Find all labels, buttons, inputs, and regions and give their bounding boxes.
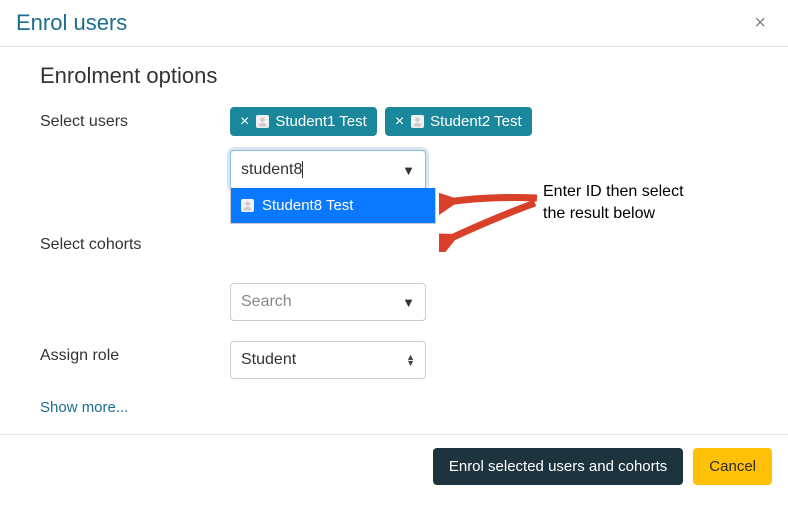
label-select-users: Select users [40, 107, 230, 131]
remove-tag-icon[interactable]: × [240, 114, 249, 130]
row-select-cohorts: Select cohorts Search ▼ [40, 230, 748, 321]
enrol-button[interactable]: Enrol selected users and cohorts [433, 448, 683, 485]
user-search-input[interactable]: student8 ▼ Student8 Test [230, 150, 426, 190]
row-select-users: Select users × Student1 Test × Student2 … [40, 107, 748, 190]
cancel-button[interactable]: Cancel [693, 448, 772, 485]
user-avatar-icon [411, 115, 424, 128]
dropdown-icon[interactable]: ▼ [402, 163, 415, 178]
user-tag[interactable]: × Student2 Test [385, 107, 532, 136]
dropdown-icon[interactable]: ▼ [402, 295, 415, 310]
select-updown-icon: ▲▼ [406, 354, 415, 366]
user-avatar-icon [256, 115, 269, 128]
select-cohorts-field: Search ▼ [230, 230, 748, 321]
row-assign-role: Assign role Student ▲▼ [40, 341, 748, 379]
assign-role-value: Student [241, 351, 406, 369]
user-tag[interactable]: × Student1 Test [230, 107, 377, 136]
cohort-search-placeholder: Search [241, 293, 402, 311]
label-select-cohorts: Select cohorts [40, 230, 230, 254]
assign-role-field: Student ▲▼ [230, 341, 748, 379]
modal-body: Enrolment options Select users × Student… [0, 47, 788, 434]
user-search-result-label: Student8 Test [262, 197, 353, 214]
user-avatar-icon [241, 199, 254, 212]
modal-title: Enrol users [16, 10, 127, 36]
select-users-field: × Student1 Test × Student2 Test [230, 107, 748, 190]
remove-tag-icon[interactable]: × [395, 114, 404, 130]
section-title: Enrolment options [40, 63, 748, 89]
close-icon[interactable]: × [748, 13, 772, 33]
user-tag-label: Student1 Test [275, 113, 366, 130]
modal-footer: Enrol selected users and cohorts Cancel [0, 434, 788, 498]
user-tag-label: Student2 Test [430, 113, 521, 130]
cohort-search-input[interactable]: Search ▼ [230, 283, 426, 321]
assign-role-select[interactable]: Student ▲▼ [230, 341, 426, 379]
modal-header: Enrol users × [0, 0, 788, 47]
user-search-result[interactable]: Student8 Test [231, 188, 435, 223]
selected-user-tags: × Student1 Test × Student2 Test [230, 107, 748, 136]
user-search-wrap: student8 ▼ Student8 Test [230, 150, 748, 190]
show-more-link[interactable]: Show more... [40, 399, 748, 416]
user-search-value: student8 [241, 161, 402, 179]
label-assign-role: Assign role [40, 341, 230, 365]
user-search-dropdown: Student8 Test [230, 188, 436, 224]
